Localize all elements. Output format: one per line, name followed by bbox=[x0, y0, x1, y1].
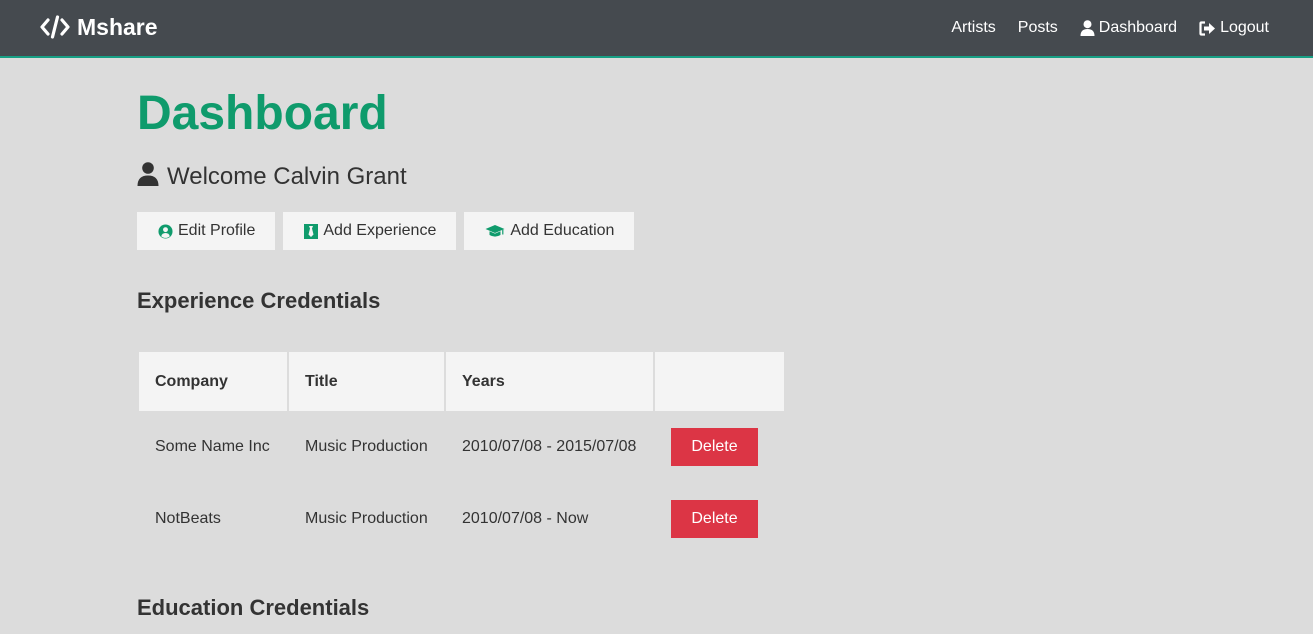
cell-company: Some Name Inc bbox=[155, 438, 270, 455]
nav-link-label: Posts bbox=[1017, 19, 1058, 36]
add-education-button[interactable]: Add Education bbox=[464, 212, 635, 250]
experience-table: Company Title Years Some Name Inc Music … bbox=[137, 352, 786, 555]
navbar: Mshare Artists Posts Dashboard Logout bbox=[0, 0, 1313, 58]
cell-action: Delete bbox=[655, 411, 784, 483]
column-header-title: Title bbox=[289, 352, 444, 411]
nav-link-label: Logout bbox=[1220, 19, 1269, 36]
black-tie-icon bbox=[304, 223, 319, 239]
button-label: Edit Profile bbox=[178, 222, 256, 239]
welcome-message: Welcome Calvin Grant bbox=[137, 161, 407, 193]
nav-link-dashboard[interactable]: Dashboard bbox=[1080, 19, 1177, 37]
cell-years: 2010/07/08 - 2015/07/08 bbox=[462, 438, 637, 455]
button-label: Add Experience bbox=[323, 222, 437, 239]
page-title: Dashboard bbox=[137, 87, 388, 140]
nav-link-label: Dashboard bbox=[1098, 19, 1178, 36]
user-icon bbox=[137, 161, 159, 193]
cell-years: 2010/07/08 - Now bbox=[462, 510, 589, 527]
brand-link[interactable]: Mshare bbox=[40, 13, 158, 41]
cell-title: Music Production bbox=[305, 438, 428, 455]
experience-heading: Experience Credentials bbox=[137, 288, 381, 313]
table-row: Some Name Inc Music Production 2010/07/0… bbox=[139, 411, 784, 483]
cell-title: Music Production bbox=[305, 510, 428, 527]
nav-link-label: Artists bbox=[951, 19, 996, 36]
delete-button[interactable]: Delete bbox=[671, 500, 758, 538]
user-circle-icon bbox=[158, 223, 173, 239]
edit-profile-button[interactable]: Edit Profile bbox=[137, 212, 276, 250]
column-header-action bbox=[655, 352, 784, 411]
sign-out-icon bbox=[1199, 20, 1216, 36]
graduation-cap-icon bbox=[485, 224, 505, 238]
nav-link-logout[interactable]: Logout bbox=[1199, 19, 1269, 37]
button-label: Add Education bbox=[510, 222, 615, 239]
welcome-text: Welcome Calvin Grant bbox=[167, 163, 407, 190]
nav-link-posts[interactable]: Posts bbox=[1018, 19, 1058, 37]
add-experience-button[interactable]: Add Experience bbox=[283, 212, 457, 250]
table-row: NotBeats Music Production 2010/07/08 - N… bbox=[139, 483, 784, 555]
table-header-row: Company Title Years bbox=[139, 352, 784, 411]
dashboard-actions: Edit Profile Add Experience Add Educatio… bbox=[137, 212, 635, 250]
education-heading: Education Credentials bbox=[137, 595, 370, 620]
code-icon bbox=[40, 15, 70, 39]
brand-name: Mshare bbox=[77, 13, 158, 40]
nav-link-artists[interactable]: Artists bbox=[951, 19, 995, 37]
delete-button[interactable]: Delete bbox=[671, 428, 758, 466]
nav-links: Artists Posts Dashboard Logout bbox=[929, 17, 1269, 39]
cell-action: Delete bbox=[655, 483, 784, 555]
column-header-company: Company bbox=[139, 352, 287, 411]
cell-company: NotBeats bbox=[155, 510, 221, 527]
user-icon bbox=[1080, 20, 1095, 36]
column-header-years: Years bbox=[446, 352, 653, 411]
